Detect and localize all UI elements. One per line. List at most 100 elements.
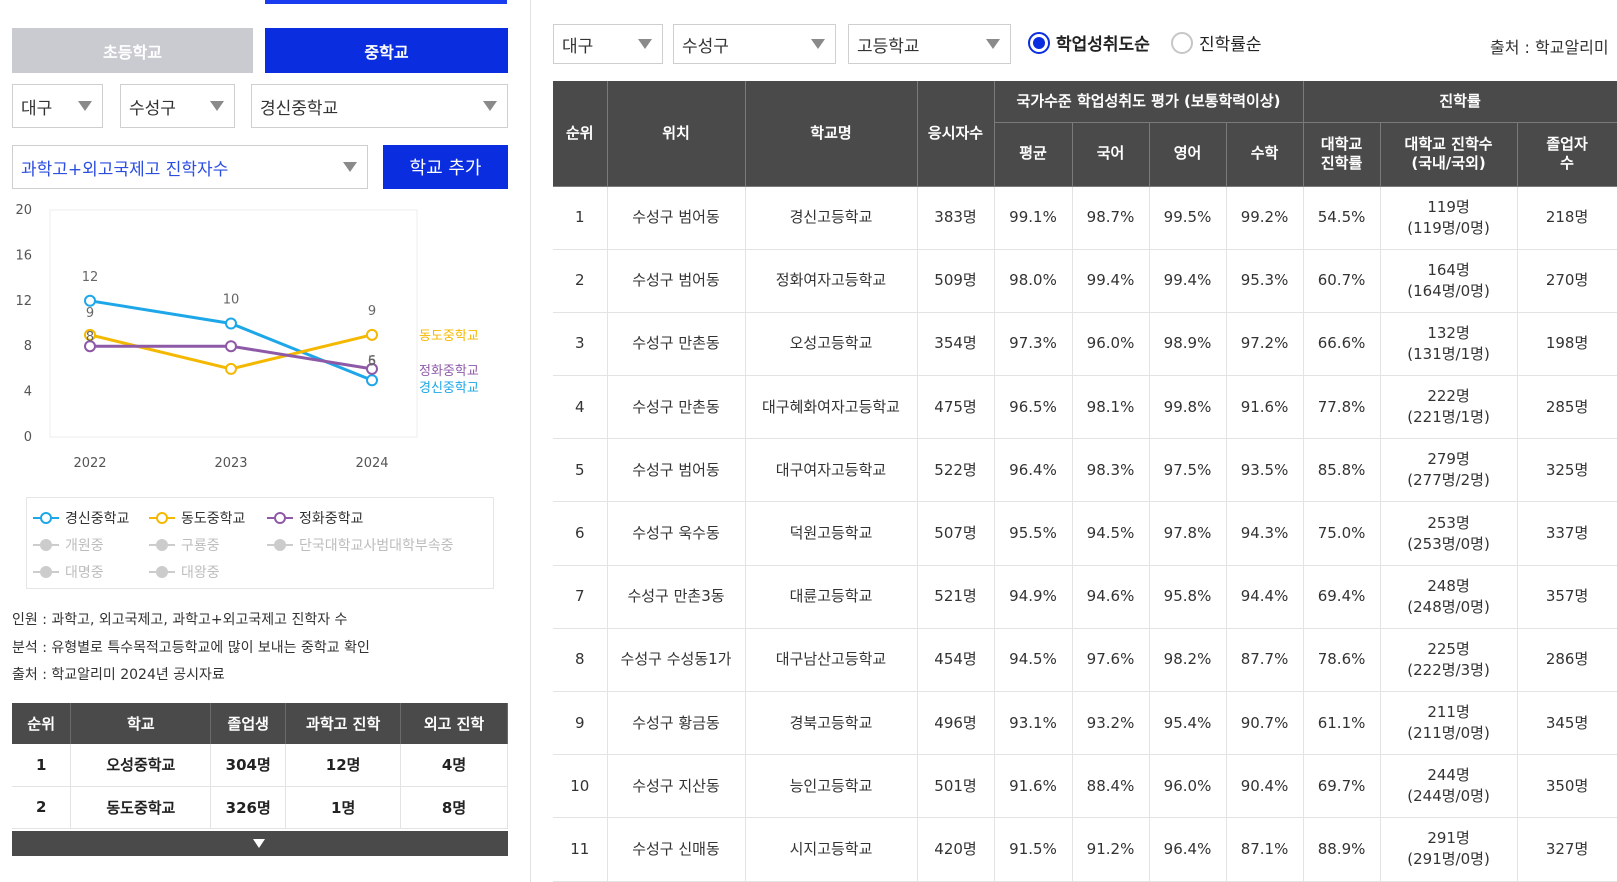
- caret-down-icon: [253, 839, 265, 848]
- cell-takers: 454명: [917, 628, 995, 693]
- table-row[interactable]: 8 수성구 수성동1가 대구남산고등학교 454명 94.5% 97.6% 98.2% 87.…: [553, 628, 1617, 693]
- legend-label: 대왕중: [181, 565, 220, 581]
- legend-label: 구룡중: [181, 538, 220, 554]
- cell-takers: 501명: [917, 754, 995, 819]
- right-region-select[interactable]: 대구: [553, 24, 663, 64]
- legend-item[interactable]: 정화중학교: [267, 508, 363, 528]
- panel-divider: [530, 0, 531, 882]
- right-district-select[interactable]: 수성구: [673, 24, 836, 64]
- sort-achievement-radio[interactable]: 학업성취도순: [1028, 30, 1150, 55]
- legend-item[interactable]: 경신중학교: [33, 508, 129, 528]
- cell-science: 12명: [285, 744, 402, 787]
- legend-marker-icon: [33, 512, 59, 524]
- cell-avg: 98.0%: [994, 249, 1073, 313]
- table-row[interactable]: 11 수성구 신매동 시지고등학교 420명 91.5% 91.2% 96.4% 87.1% 8…: [553, 817, 1617, 882]
- cell-univ-rate: 78.6%: [1303, 628, 1381, 693]
- cell-univ-rate: 61.1%: [1303, 691, 1381, 756]
- right-district-value: 수성구: [682, 36, 729, 57]
- cell-univ-count-split: (291명/0명): [1407, 850, 1490, 869]
- table-row[interactable]: 1 수성구 범어동 경신고등학교 383명 99.1% 98.7% 99.5% 99.2% 54…: [553, 186, 1617, 250]
- legend-item[interactable]: 대왕중: [149, 562, 220, 582]
- cell-univ-count-total: 222명: [1427, 387, 1470, 406]
- cell-univ-rate: 77.8%: [1303, 375, 1381, 440]
- metric-select[interactable]: 과학고+외고국제고 진학자수: [12, 145, 368, 189]
- cell-english: 98.2%: [1149, 628, 1227, 693]
- table-row[interactable]: 2 수성구 범어동 정화여자고등학교 509명 98.0% 99.4% 99.4% 95.3%…: [553, 249, 1617, 313]
- chart-legend: 경신중학교 동도중학교 정화중학교개원중 구룡중 단국대학교사범대학부속중대명중 대왕중: [26, 497, 494, 589]
- sort-progress-radio[interactable]: 진학률순: [1171, 30, 1262, 55]
- school-select[interactable]: 경신중학교: [251, 84, 508, 128]
- table-row[interactable]: 3 수성구 만촌동 오성고등학교 354명 97.3% 96.0% 98.9% 97.2% 66…: [553, 312, 1617, 377]
- legend-item[interactable]: 단국대학교사범대학부속중: [267, 535, 454, 555]
- cell-location: 수성구 범어동: [607, 249, 746, 313]
- cell-univ-rate: 54.5%: [1303, 186, 1381, 250]
- table-row[interactable]: 2 동도중학교 326명 1명 8명: [12, 786, 508, 829]
- region-select-value: 대구: [21, 98, 53, 119]
- x-tick-label: 2024: [355, 456, 388, 471]
- table-row[interactable]: 1 오성중학교 304명 12명 4명: [12, 744, 508, 787]
- cell-avg: 94.5%: [994, 628, 1073, 693]
- legend-marker-icon: [149, 539, 175, 551]
- cell-rank: 8: [553, 628, 608, 693]
- data-point: [366, 374, 378, 387]
- cell-school-name: 대륜고등학교: [745, 565, 918, 629]
- legend-item[interactable]: 개원중: [33, 535, 104, 555]
- cell-location: 수성구 만촌동: [607, 375, 746, 440]
- cell-school-name: 경북고등학교: [745, 691, 918, 756]
- district-select[interactable]: 수성구: [120, 84, 235, 128]
- table-row[interactable]: 10 수성구 지산동 능인고등학교 501명 91.6% 88.4% 96.0% 90.4% 6…: [553, 754, 1617, 819]
- col-grads: 졸업생: [210, 703, 287, 744]
- col-univ-count: 대학교 진학수 (국내/국외): [1380, 122, 1518, 187]
- tab-middle[interactable]: 중학교: [265, 28, 508, 73]
- y-tick-label: 8: [24, 339, 32, 354]
- chevron-down-icon: [78, 101, 92, 111]
- cell-english: 95.4%: [1149, 691, 1227, 756]
- y-tick-label: 0: [24, 430, 32, 445]
- cell-graduates: 327명: [1517, 817, 1617, 882]
- table-row[interactable]: 5 수성구 범어동 대구여자고등학교 522명 96.4% 98.3% 97.5% 93.5%…: [553, 438, 1617, 503]
- cell-korean: 99.4%: [1072, 249, 1150, 313]
- cell-location: 수성구 지산동: [607, 754, 746, 819]
- school-level-select[interactable]: 고등학교: [848, 24, 1011, 64]
- cell-graduates: 337명: [1517, 501, 1617, 566]
- cell-school-name: 대구여자고등학교: [745, 438, 918, 503]
- legend-label: 동도중학교: [181, 511, 246, 527]
- cell-math: 94.4%: [1226, 565, 1304, 629]
- table-row[interactable]: 4 수성구 만촌동 대구혜화여자고등학교 475명 96.5% 98.1% 99.8% 91.…: [553, 375, 1617, 440]
- x-tick-label: 2023: [214, 456, 247, 471]
- cell-location: 수성구 황금동: [607, 691, 746, 756]
- series-end-label: 경신중학교: [419, 381, 479, 396]
- cell-graduates: 345명: [1517, 691, 1617, 756]
- cell-foreign: 8명: [400, 786, 508, 829]
- expand-table-button[interactable]: [12, 831, 508, 856]
- cell-avg: 99.1%: [994, 186, 1073, 250]
- cell-korean: 88.4%: [1072, 754, 1150, 819]
- add-school-button[interactable]: 학교 추가: [383, 145, 508, 189]
- cell-avg: 96.5%: [994, 375, 1073, 440]
- cell-univ-count-total: 253명: [1427, 513, 1470, 532]
- cell-math: 90.7%: [1226, 691, 1304, 756]
- region-select[interactable]: 대구: [12, 84, 103, 128]
- legend-item[interactable]: 동도중학교: [149, 508, 245, 528]
- table-row[interactable]: 9 수성구 황금동 경북고등학교 496명 93.1% 93.2% 95.4% 90.7% 61…: [553, 691, 1617, 756]
- col-graduates-line2: 수: [1560, 154, 1574, 172]
- cell-avg: 91.6%: [994, 754, 1073, 819]
- legend-item[interactable]: 대명중: [33, 562, 104, 582]
- cell-takers: 496명: [917, 691, 995, 756]
- col-korean: 국어: [1072, 122, 1150, 187]
- col-univ-count-line2: (국내/국외): [1411, 154, 1486, 172]
- cell-korean: 96.0%: [1072, 312, 1150, 377]
- cell-univ-count: 244명 (244명/0명): [1380, 754, 1518, 819]
- cell-rank: 6: [553, 501, 608, 566]
- data-point: [84, 294, 96, 307]
- data-point: [225, 340, 237, 353]
- tab-elementary[interactable]: 초등학교: [12, 28, 253, 73]
- data-label: 5: [368, 354, 376, 369]
- table-row[interactable]: 7 수성구 만촌3동 대륜고등학교 521명 94.9% 94.6% 95.8% 94.4% 6…: [553, 565, 1617, 629]
- cell-avg: 93.1%: [994, 691, 1073, 756]
- cell-univ-count: 222명 (221명/1명): [1380, 375, 1518, 440]
- radio-unselected-icon: [1171, 31, 1193, 54]
- legend-item[interactable]: 구룡중: [149, 535, 220, 555]
- table-row[interactable]: 6 수성구 욱수동 덕원고등학교 507명 95.5% 94.5% 97.8% 94.3% 75…: [553, 501, 1617, 566]
- cell-korean: 91.2%: [1072, 817, 1150, 882]
